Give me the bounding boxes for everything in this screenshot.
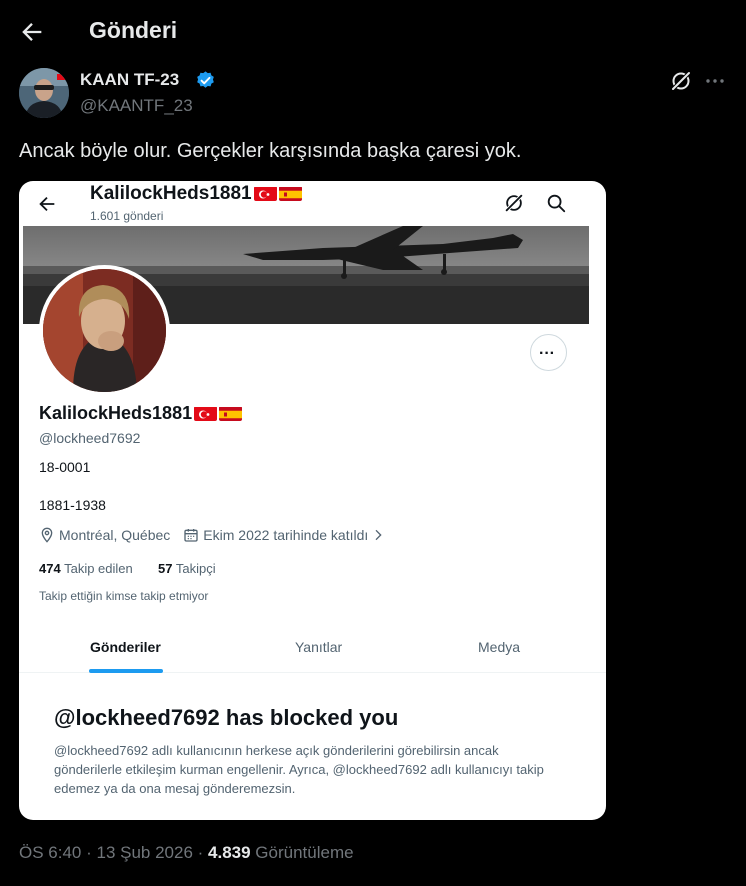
chevron-right-icon [375, 529, 382, 541]
profile-name-text: KalilockHeds1881 [39, 403, 193, 423]
profile-header-name-text: KalilockHeds1881 [90, 183, 252, 204]
author-handle[interactable]: @KAANTF_23 [80, 96, 193, 116]
tweet-time[interactable]: ÖS 6:40 [19, 843, 81, 862]
tweet-meta: ÖS 6:40 · 13 Şub 2026 · 4.839 Görüntülem… [19, 843, 354, 862]
following-count: 474 [39, 561, 61, 576]
blocked-title: @lockheed7692 has blocked you [54, 705, 399, 730]
more-icon[interactable] [703, 69, 727, 93]
profile-meta: Montréal, Québec Ekim 2022 tarihinde kat… [39, 527, 390, 543]
followers-label: Takipçi [175, 561, 216, 576]
following-label: Takip edilen [64, 561, 133, 576]
followers-stat: 57 Takipçi [158, 561, 216, 576]
page-title: Gönderi [89, 17, 178, 43]
profile-tabs: Gönderiler Yanıtlar Medya [19, 621, 606, 673]
location-icon [41, 527, 53, 543]
tweet-text: Ancak böyle olur. Gerçekler karşısında b… [19, 140, 522, 162]
profile-avatar [39, 265, 170, 396]
back-arrow-icon [39, 196, 55, 212]
back-arrow-icon[interactable] [18, 18, 46, 46]
more-options-button: ··· [530, 334, 567, 371]
attached-image[interactable]: KalilockHeds1881 1.601 gönderi ··· Kalil… [19, 181, 606, 820]
profile-location: Montréal, Québec [59, 527, 171, 543]
following-stat: 474 Takip edilen [39, 561, 133, 576]
tab-posts: Gönderiler [90, 639, 161, 655]
calendar-icon [184, 529, 198, 542]
profile-bio-line: 18-0001 [39, 459, 91, 475]
tweet-date[interactable]: 13 Şub 2026 [96, 843, 192, 862]
grok-icon [505, 194, 523, 212]
tab-media: Medya [478, 639, 521, 655]
profile-bio-line: 1881-1938 [39, 497, 106, 513]
followers-count: 57 [158, 561, 173, 576]
flag-turkey-icon [253, 186, 277, 201]
author-name[interactable]: KAAN TF-23 [80, 70, 179, 90]
post-count: 1.601 gönderi [90, 209, 164, 223]
search-icon [547, 194, 566, 213]
flag-spain-icon [278, 186, 302, 201]
tab-replies: Yanıtlar [295, 639, 343, 655]
verified-badge-icon [197, 71, 214, 88]
flag-spain-icon [219, 406, 243, 421]
view-label: Görüntüleme [255, 843, 354, 862]
mutual-followers-note: Takip ettiğin kimse takip etmiyor [39, 589, 209, 603]
profile-header-name: KalilockHeds1881 [90, 183, 302, 205]
grok-icon[interactable] [669, 69, 693, 93]
flag-turkey-icon [194, 406, 218, 421]
author-avatar[interactable] [19, 68, 69, 118]
profile-handle: @lockheed7692 [39, 430, 141, 446]
profile-name: KalilockHeds1881 [39, 403, 243, 424]
top-bar: Gönderi [0, 0, 746, 64]
profile-joined: Ekim 2022 tarihinde katıldı [203, 527, 369, 543]
active-tab-indicator [89, 669, 163, 673]
view-count: 4.839 [208, 843, 251, 862]
blocked-description: @lockheed7692 adlı kullanıcının herkese … [54, 743, 544, 796]
